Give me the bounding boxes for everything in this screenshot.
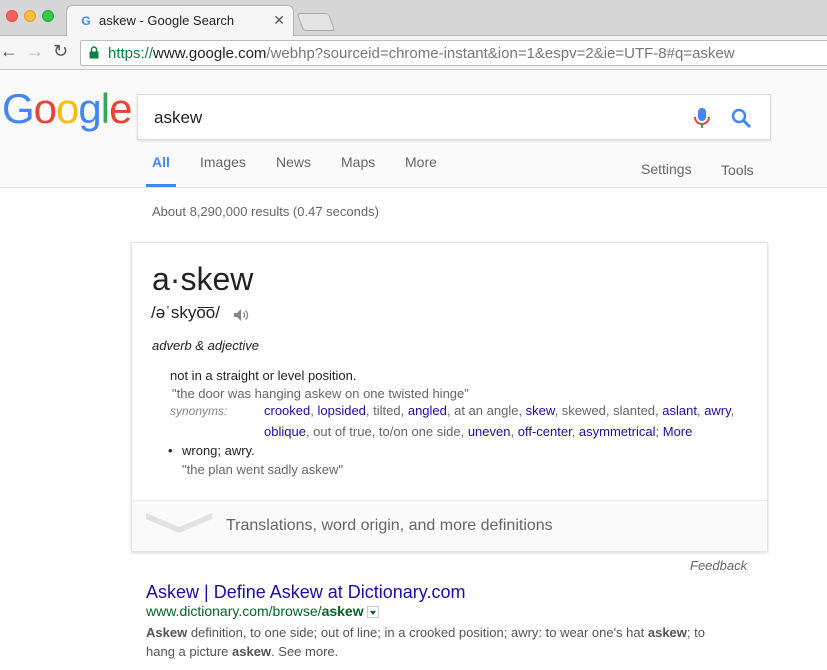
logo-letter: e — [109, 85, 132, 132]
search-tabs: All Images News Maps More Settings Tools — [0, 151, 827, 188]
tab-news[interactable]: News — [276, 154, 311, 170]
synonym-link[interactable]: angled — [408, 403, 447, 418]
synonym-link[interactable]: crooked — [264, 403, 310, 418]
google-favicon-icon: G — [81, 14, 91, 28]
example-1: "the door was hanging askew on one twist… — [172, 386, 469, 401]
snippet-keyword: askew — [647, 625, 687, 640]
tab-title: askew - Google Search — [99, 13, 235, 28]
synonym-link[interactable]: uneven — [468, 424, 511, 439]
active-tab-underline — [146, 184, 176, 187]
logo-letter: g — [78, 85, 101, 132]
synonym-separator: , — [730, 403, 735, 418]
tab-maps[interactable]: Maps — [341, 154, 375, 170]
back-button[interactable]: ← — [0, 41, 18, 62]
url-path: /webhp?sourceid=chrome-instant&ion=1&esp… — [266, 45, 735, 62]
tab-more[interactable]: More — [405, 154, 437, 170]
synonyms-row-2: oblique, out of true, to/on one side, un… — [264, 424, 692, 439]
synonym-link[interactable]: More — [663, 424, 693, 439]
synonym-separator: ; — [655, 424, 663, 439]
result-menu-dropdown[interactable] — [366, 606, 379, 618]
snippet-keyword: askew — [232, 644, 272, 659]
logo-letter: o — [33, 85, 57, 132]
definition-2: wrong; awry. — [182, 443, 255, 458]
tab-all[interactable]: All — [152, 154, 170, 170]
lock-icon — [89, 46, 99, 59]
more-definitions-link[interactable]: Translations, word origin, and more defi… — [226, 517, 553, 535]
phonetic-spelling: /əˈskyo͞o/ — [151, 303, 220, 322]
synonym-link[interactable]: lopsided — [317, 403, 365, 418]
logo-letter: o — [56, 85, 79, 132]
definition-bullet: • — [168, 443, 173, 458]
tab-tools[interactable]: Tools — [721, 162, 754, 178]
result-stats: About 8,290,000 results (0.47 seconds) — [152, 204, 379, 219]
chevron-down-icon[interactable] — [146, 511, 212, 533]
synonym-separator: , — [510, 424, 518, 439]
logo-letter: G — [2, 85, 35, 132]
reload-button[interactable]: ↻ — [53, 41, 68, 62]
dictionary-word: a·skew — [152, 261, 254, 297]
google-logo[interactable]: Google — [2, 85, 132, 133]
tab-settings[interactable]: Settings — [641, 161, 692, 177]
example-2: "the plan went sadly askew" — [182, 462, 343, 477]
search-box[interactable]: askew — [137, 94, 771, 140]
browser-toolbar: ← → ↻ https://www.google.com/webhp?sourc… — [0, 36, 827, 70]
synonym-link[interactable]: off-center — [518, 424, 572, 439]
tab-images[interactable]: Images — [200, 154, 246, 170]
feedback-link[interactable]: Feedback — [690, 558, 747, 573]
synonym-separator: , — [571, 424, 579, 439]
synonym-separator: , skewed, slanted, — [554, 403, 663, 418]
synonym-separator: , tilted, — [365, 403, 408, 418]
snippet-keyword: Askew — [146, 625, 188, 640]
forward-button[interactable]: → — [26, 41, 44, 62]
google-header: Google askew All Images News Maps More S… — [0, 71, 827, 188]
synonyms-label: synonyms: — [170, 404, 228, 418]
window-minimize-button[interactable] — [24, 10, 36, 22]
synonym-separator: , at an angle, — [446, 403, 526, 418]
synonym-link[interactable]: asymmetrical — [579, 424, 656, 439]
synonym-link[interactable]: aslant — [662, 403, 697, 418]
browser-tab[interactable]: G askew - Google Search ✕ — [66, 5, 294, 37]
synonym-link[interactable]: oblique — [264, 424, 306, 439]
address-bar[interactable]: https://www.google.com/webhp?sourceid=ch… — [80, 40, 827, 66]
result-url: www.dictionary.com/browse/askew — [146, 603, 379, 619]
dictionary-card: a·skew /əˈskyo͞o/ adverb & adjective not… — [131, 242, 768, 552]
browser-titlebar: G askew - Google Search ✕ — [0, 0, 827, 37]
microphone-icon[interactable] — [692, 107, 712, 129]
result-snippet: Askew definition, to one side; out of li… — [146, 623, 706, 661]
search-input[interactable]: askew — [154, 108, 202, 128]
search-icon[interactable] — [730, 107, 752, 129]
synonym-link[interactable]: skew — [526, 403, 555, 418]
result-title[interactable]: Askew | Define Askew at Dictionary.com — [146, 582, 465, 603]
more-definitions-bar[interactable]: Translations, word origin, and more defi… — [132, 500, 767, 551]
window-close-button[interactable] — [6, 10, 18, 22]
part-of-speech: adverb & adjective — [152, 338, 259, 353]
snippet-text: . See more. — [271, 644, 339, 659]
result-url-bold: askew — [321, 603, 364, 619]
window-maximize-button[interactable] — [42, 10, 54, 22]
definition-1: not in a straight or level position. — [170, 368, 357, 383]
result-url-prefix: www.dictionary.com/browse/ — [146, 603, 322, 619]
url-host: www.google.com — [153, 45, 267, 62]
snippet-text: definition, to one side; out of line; in… — [187, 625, 648, 640]
synonym-link[interactable]: awry — [704, 403, 730, 418]
logo-letter: l — [100, 85, 110, 132]
url-scheme: https:// — [108, 45, 154, 62]
speaker-icon[interactable] — [233, 308, 251, 322]
tab-close-icon[interactable]: ✕ — [273, 12, 285, 29]
new-tab-button[interactable] — [296, 13, 336, 31]
synonyms-row-1: crooked, lopsided, tilted, angled, at an… — [264, 403, 734, 418]
url-text: https://www.google.com/webhp?sourceid=ch… — [108, 45, 735, 62]
synonym-separator: , out of true, to/on one side, — [305, 424, 468, 439]
